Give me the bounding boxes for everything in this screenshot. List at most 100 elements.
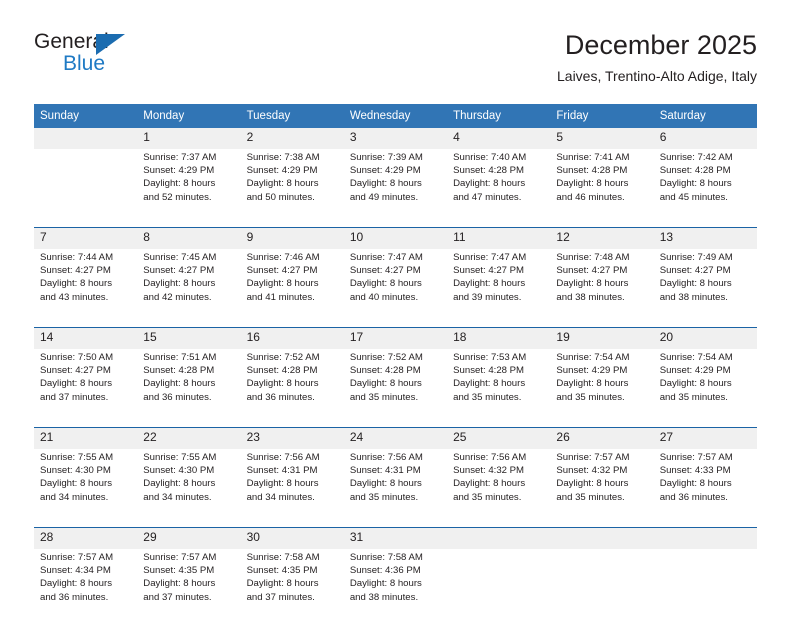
- day-number[interactable]: 31: [343, 528, 448, 549]
- daylight-duration-line1: Daylight: 8 hours: [246, 478, 319, 490]
- sunset-time: Sunset: 4:27 PM: [556, 265, 628, 277]
- day-cell[interactable]: Sunrise: 7:58 AM Sunset: 4:35 PM Daylight:…: [240, 549, 344, 627]
- sunrise-time: Sunrise: 7:37 AM: [143, 152, 217, 163]
- sunrise-time: Sunrise: 7:39 AM: [349, 152, 423, 163]
- day-number[interactable]: 14: [34, 328, 138, 349]
- day-cell[interactable]: Sunrise: 7:40 AM Sunset: 4:28 PM Daylight:…: [447, 149, 551, 227]
- day-number[interactable]: 8: [137, 228, 241, 249]
- day-number[interactable]: 3: [343, 128, 448, 149]
- day-cell[interactable]: Sunrise: 7:51 AM Sunset: 4:28 PM Daylight:…: [137, 349, 241, 427]
- day-cell[interactable]: Sunrise: 7:52 AM Sunset: 4:28 PM Daylight:…: [240, 349, 344, 427]
- day-number[interactable]: 25: [447, 428, 551, 449]
- day-number[interactable]: 13: [653, 228, 757, 249]
- day-number[interactable]: 15: [137, 328, 241, 349]
- daylight-duration-line2: and 38 minutes.: [556, 291, 625, 303]
- day-cell[interactable]: Sunrise: 7:37 AM Sunset: 4:29 PM Daylight:…: [137, 149, 241, 227]
- daylight-duration-line1: Daylight: 8 hours: [143, 578, 216, 590]
- day-number[interactable]: 29: [137, 528, 241, 549]
- day-cell[interactable]: Sunrise: 7:53 AM Sunset: 4:28 PM Daylight:…: [447, 349, 551, 427]
- day-cell[interactable]: Sunrise: 7:55 AM Sunset: 4:30 PM Daylight:…: [137, 449, 241, 527]
- sunrise-time: Sunrise: 7:57 AM: [659, 452, 733, 463]
- sunset-time: Sunset: 4:27 PM: [659, 265, 731, 277]
- daylight-duration-line1: Daylight: 8 hours: [143, 378, 216, 390]
- day-cell[interactable]: Sunrise: 7:56 AM Sunset: 4:32 PM Daylight:…: [447, 449, 551, 527]
- day-cell[interactable]: Sunrise: 7:47 AM Sunset: 4:27 PM Daylight:…: [343, 249, 448, 327]
- day-cell[interactable]: Sunrise: 7:47 AM Sunset: 4:27 PM Daylight:…: [447, 249, 551, 327]
- day-number[interactable]: 16: [240, 328, 344, 349]
- day-cell-empty: [34, 149, 138, 227]
- day-cell[interactable]: Sunrise: 7:42 AM Sunset: 4:28 PM Daylight:…: [653, 149, 757, 227]
- day-cell[interactable]: Sunrise: 7:57 AM Sunset: 4:33 PM Daylight:…: [653, 449, 757, 527]
- day-number[interactable]: 5: [550, 128, 654, 149]
- day-cell[interactable]: Sunrise: 7:41 AM Sunset: 4:28 PM Daylight:…: [550, 149, 654, 227]
- day-number[interactable]: 17: [343, 328, 448, 349]
- day-cell[interactable]: Sunrise: 7:54 AM Sunset: 4:29 PM Daylight:…: [653, 349, 757, 427]
- sunrise-time: Sunrise: 7:55 AM: [143, 452, 217, 463]
- day-cell[interactable]: Sunrise: 7:57 AM Sunset: 4:34 PM Daylight:…: [34, 549, 138, 627]
- sunrise-time: Sunrise: 7:58 AM: [246, 552, 320, 563]
- day-cell[interactable]: Sunrise: 7:48 AM Sunset: 4:27 PM Daylight:…: [550, 249, 654, 327]
- day-cell[interactable]: Sunrise: 7:58 AM Sunset: 4:36 PM Daylight:…: [343, 549, 448, 627]
- day-number[interactable]: 6: [653, 128, 757, 149]
- day-number[interactable]: 20: [653, 328, 757, 349]
- day-cell-empty: [447, 549, 551, 627]
- day-cell[interactable]: Sunrise: 7:52 AM Sunset: 4:28 PM Daylight:…: [343, 349, 448, 427]
- day-number[interactable]: 12: [550, 228, 654, 249]
- daylight-duration-line1: Daylight: 8 hours: [659, 178, 732, 190]
- day-cell[interactable]: Sunrise: 7:46 AM Sunset: 4:27 PM Daylight:…: [240, 249, 344, 327]
- general-blue-logo[interactable]: General Blue: [34, 30, 234, 90]
- daylight-duration-line1: Daylight: 8 hours: [349, 378, 422, 390]
- daylight-duration-line2: and 35 minutes.: [659, 391, 728, 403]
- day-cell[interactable]: Sunrise: 7:50 AM Sunset: 4:27 PM Daylight:…: [34, 349, 138, 427]
- sunrise-time: Sunrise: 7:47 AM: [349, 252, 423, 263]
- day-cell[interactable]: Sunrise: 7:57 AM Sunset: 4:35 PM Daylight:…: [137, 549, 241, 627]
- day-number[interactable]: 2: [240, 128, 344, 149]
- day-number-empty: [550, 528, 654, 549]
- day-cell[interactable]: Sunrise: 7:49 AM Sunset: 4:27 PM Daylight:…: [653, 249, 757, 327]
- day-number[interactable]: 1: [137, 128, 241, 149]
- daylight-duration-line2: and 34 minutes.: [40, 491, 109, 503]
- sunrise-time: Sunrise: 7:38 AM: [246, 152, 320, 163]
- day-cell[interactable]: Sunrise: 7:55 AM Sunset: 4:30 PM Daylight:…: [34, 449, 138, 527]
- day-number[interactable]: 26: [550, 428, 654, 449]
- day-number[interactable]: 4: [447, 128, 551, 149]
- daylight-duration-line2: and 35 minutes.: [556, 491, 625, 503]
- sunset-time: Sunset: 4:28 PM: [659, 165, 731, 177]
- day-cell[interactable]: Sunrise: 7:39 AM Sunset: 4:29 PM Daylight:…: [343, 149, 448, 227]
- day-number[interactable]: 9: [240, 228, 344, 249]
- day-number[interactable]: 28: [34, 528, 138, 549]
- day-cell[interactable]: Sunrise: 7:54 AM Sunset: 4:29 PM Daylight:…: [550, 349, 654, 427]
- sunset-time: Sunset: 4:35 PM: [246, 565, 318, 577]
- day-number[interactable]: 11: [447, 228, 551, 249]
- daylight-duration-line2: and 35 minutes.: [349, 391, 419, 403]
- sunset-time: Sunset: 4:28 PM: [453, 165, 525, 177]
- sunset-time: Sunset: 4:29 PM: [556, 365, 628, 377]
- weekday-header-wednesday: Wednesday: [343, 104, 448, 128]
- day-number[interactable]: 22: [137, 428, 241, 449]
- day-cell[interactable]: Sunrise: 7:38 AM Sunset: 4:29 PM Daylight:…: [240, 149, 344, 227]
- day-number[interactable]: 30: [240, 528, 344, 549]
- day-number[interactable]: 24: [343, 428, 448, 449]
- sunset-time: Sunset: 4:27 PM: [453, 265, 525, 277]
- day-cell[interactable]: Sunrise: 7:57 AM Sunset: 4:32 PM Daylight:…: [550, 449, 654, 527]
- day-number[interactable]: 23: [240, 428, 344, 449]
- daylight-duration-line2: and 52 minutes.: [143, 191, 212, 203]
- day-cell[interactable]: Sunrise: 7:56 AM Sunset: 4:31 PM Daylight:…: [343, 449, 448, 527]
- day-number[interactable]: 19: [550, 328, 654, 349]
- daylight-duration-line2: and 35 minutes.: [453, 491, 522, 503]
- daylight-duration-line2: and 50 minutes.: [246, 191, 315, 203]
- day-cell[interactable]: Sunrise: 7:56 AM Sunset: 4:31 PM Daylight:…: [240, 449, 344, 527]
- daylight-duration-line1: Daylight: 8 hours: [246, 178, 319, 190]
- sunrise-time: Sunrise: 7:56 AM: [246, 452, 320, 463]
- day-number[interactable]: 10: [343, 228, 448, 249]
- daylight-duration-line2: and 36 minutes.: [246, 391, 315, 403]
- sunrise-time: Sunrise: 7:52 AM: [349, 352, 423, 363]
- day-number[interactable]: 18: [447, 328, 551, 349]
- day-number[interactable]: 7: [34, 228, 138, 249]
- day-cell[interactable]: Sunrise: 7:44 AM Sunset: 4:27 PM Daylight:…: [34, 249, 138, 327]
- day-cell[interactable]: Sunrise: 7:45 AM Sunset: 4:27 PM Daylight:…: [137, 249, 241, 327]
- sunset-time: Sunset: 4:30 PM: [40, 465, 111, 477]
- daylight-duration-line2: and 36 minutes.: [659, 491, 728, 503]
- day-number[interactable]: 27: [653, 428, 757, 449]
- day-number[interactable]: 21: [34, 428, 138, 449]
